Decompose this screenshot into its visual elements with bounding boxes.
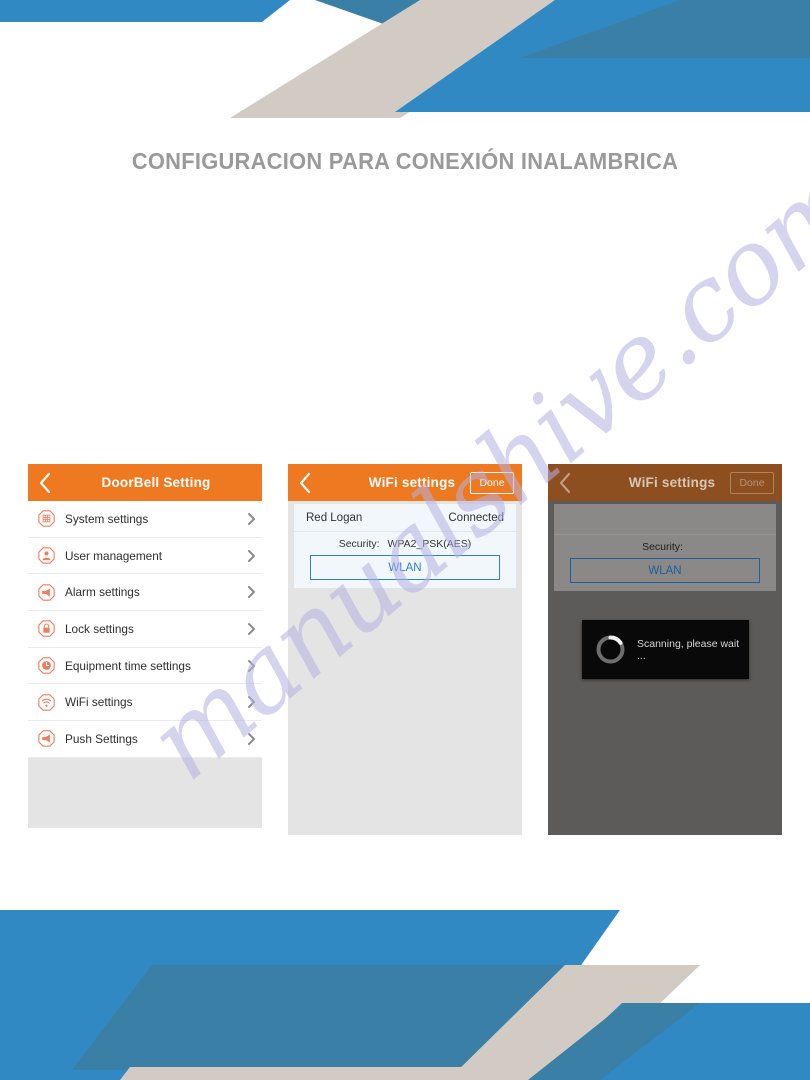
list-item-alarm-settings[interactable]: Alarm settings <box>28 574 262 612</box>
chevron-right-icon <box>240 732 262 746</box>
list-item-system-settings[interactable]: System settings <box>28 501 262 538</box>
banner-shape-blue-dark-top <box>315 0 810 58</box>
screenshot-wifi-scanning: WiFi settings Done Security: WLAN Scanni… <box>548 464 782 835</box>
wifi-status: Connected <box>448 512 504 524</box>
wifi-appbar: WiFi settings Done <box>288 464 522 501</box>
megaphone-icon <box>38 730 55 748</box>
wifi-network-card: Red Logan Connected Security: WPA2_PSK(A… <box>294 504 516 588</box>
list-item-push-settings[interactable]: Push Settings <box>28 721 262 758</box>
chevron-right-icon <box>240 695 262 709</box>
chevron-right-icon <box>240 659 262 673</box>
done-button[interactable]: Done <box>730 472 774 494</box>
list-item-label: Lock settings <box>65 621 134 636</box>
banner-shape-blue-light-strip <box>0 0 290 22</box>
footer-shape-beige-strip <box>120 1067 700 1080</box>
list-item-label: System settings <box>65 511 149 526</box>
footer-shape-blue-dark-right <box>528 1003 700 1080</box>
banner-shape-blue-light-main <box>395 0 810 112</box>
clock-icon <box>38 657 55 674</box>
grid-icon <box>38 510 55 528</box>
chevron-right-icon <box>240 549 262 563</box>
wifi-security-label: Security: <box>338 538 380 550</box>
screenshot-wifi-settings: WiFi settings Done Red Logan Connected S… <box>288 464 522 835</box>
banner-shape-blue-dark-overlay <box>520 0 810 58</box>
list-item-wifi-settings[interactable]: WiFi settings <box>28 684 262 722</box>
scanning-message: Scanning, please wait ... <box>637 637 740 662</box>
footer-decoration-banner <box>0 895 810 1080</box>
doorbell-appbar-title: DoorBell Setting <box>101 475 211 490</box>
wifi-icon <box>38 694 55 711</box>
doorbell-appbar: DoorBell Setting <box>28 464 262 501</box>
wifi-network-row-dimmed <box>554 504 776 535</box>
list-item-label: User management <box>65 548 163 563</box>
lock-icon <box>38 620 55 638</box>
megaphone-icon <box>38 584 55 601</box>
banner-shape-beige <box>230 0 590 118</box>
wlan-button[interactable]: WLAN <box>310 555 500 580</box>
footer-shape-beige <box>448 965 700 1080</box>
wlan-button[interactable]: WLAN <box>570 558 760 583</box>
footer-shape-blue-light-main <box>0 910 620 1080</box>
list-empty-area <box>28 757 262 828</box>
scan-appbar: WiFi settings Done <box>548 464 782 501</box>
list-item-user-management[interactable]: User management <box>28 538 262 575</box>
loading-spinner-icon <box>594 633 627 666</box>
screenshot-doorbell-setting: DoorBell Setting System settings User ma… <box>28 464 262 835</box>
list-item-label: WiFi settings <box>65 695 133 710</box>
list-item-equipment-time-settings[interactable]: Equipment time settings <box>28 648 262 685</box>
list-item-label: Equipment time settings <box>65 658 191 673</box>
banner-shape-blue-dark-mid <box>480 0 810 58</box>
list-item-label: Alarm settings <box>65 585 140 600</box>
wifi-network-card-dimmed: Security: WLAN <box>554 504 776 591</box>
wifi-security-line: Security: <box>554 535 776 558</box>
scanning-dialog: Scanning, please wait ... <box>582 620 749 679</box>
wifi-network-row[interactable]: Red Logan Connected <box>294 504 516 532</box>
page-title: CONFIGURACION PARA CONEXIÓN INALAMBRICA <box>131 148 679 174</box>
list-item-label: Push Settings <box>65 731 138 746</box>
chevron-right-icon <box>240 585 262 599</box>
settings-list: System settings User management Alarm se… <box>28 501 262 758</box>
wifi-security-line: Security: WPA2_PSK(AES) <box>294 532 516 555</box>
footer-shape-blue-dark <box>72 965 700 1070</box>
wifi-ssid: Red Logan <box>306 512 363 524</box>
wifi-security-label: Security: <box>642 541 683 553</box>
done-button[interactable]: Done <box>470 472 514 494</box>
footer-shape-blue-light-right <box>540 1003 810 1080</box>
wifi-security-value: WPA2_PSK(AES) <box>387 538 472 550</box>
chevron-right-icon <box>240 622 262 636</box>
list-item-lock-settings[interactable]: Lock settings <box>28 611 262 648</box>
user-icon <box>38 547 55 564</box>
chevron-right-icon <box>240 512 262 526</box>
header-decoration-banner <box>0 0 810 118</box>
